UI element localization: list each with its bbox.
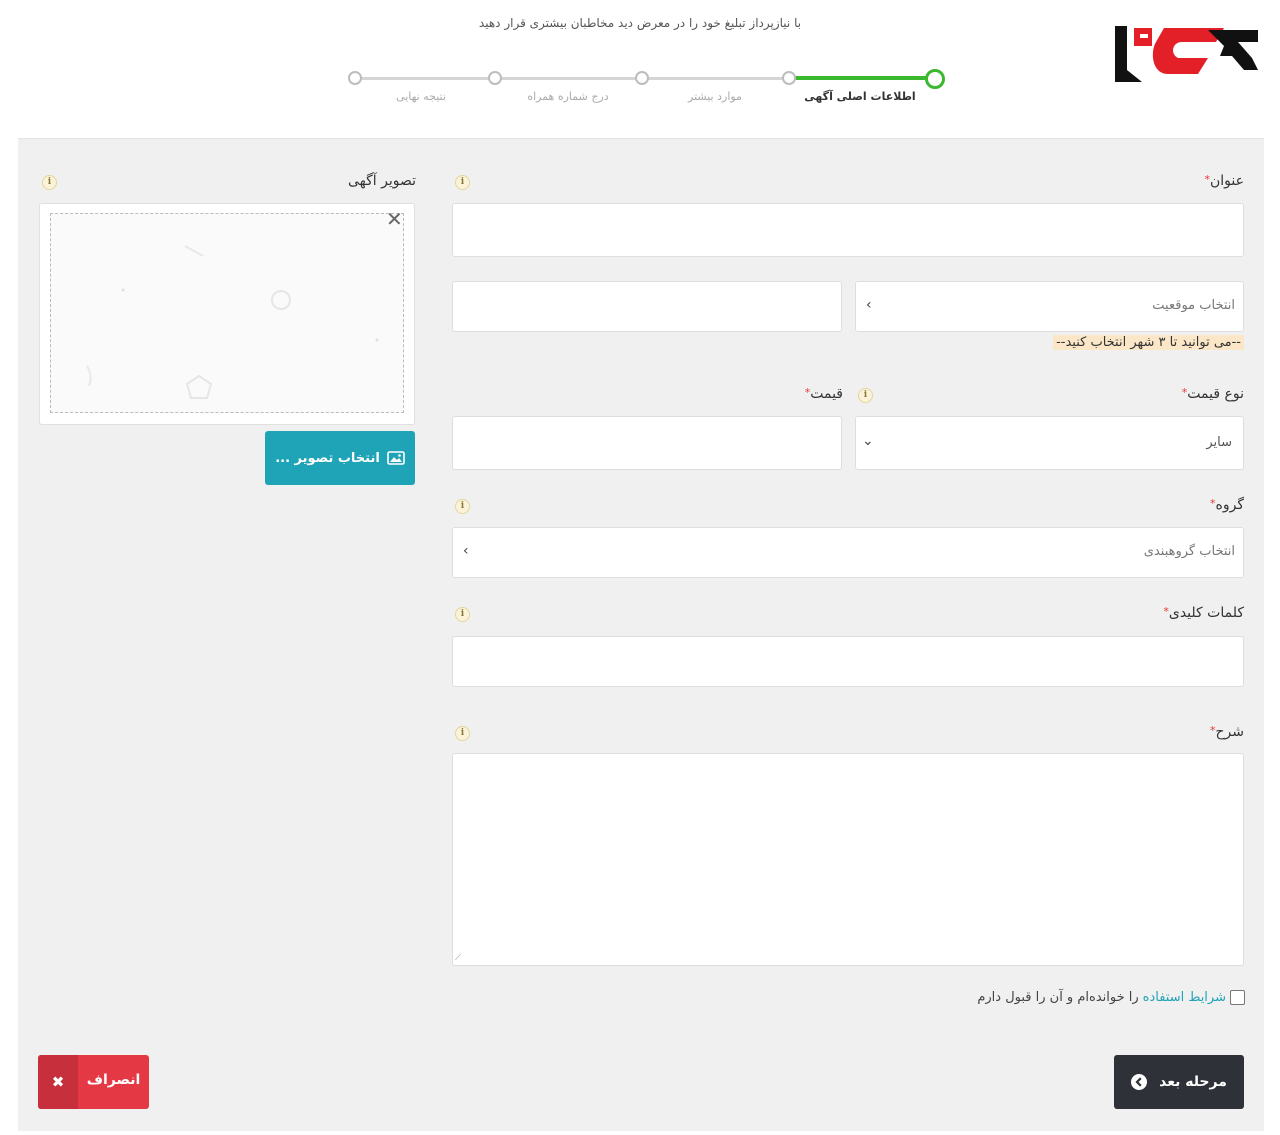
title-input[interactable] [452, 203, 1244, 257]
page-subtitle: با نیازپرداز تبلیغ خود را در معرض دید مخ… [478, 16, 802, 30]
keywords-label: کلمات کلیدی* [1163, 605, 1244, 621]
keywords-info-icon[interactable]: i [455, 607, 470, 622]
price-input[interactable] [452, 416, 842, 470]
next-step-button[interactable]: مرحله بعد [1114, 1055, 1244, 1109]
step-2-dot [635, 71, 649, 85]
image-info-icon[interactable]: i [42, 175, 57, 190]
group-info-icon[interactable]: i [455, 499, 470, 514]
step-label-final[interactable]: نتیجه نهایی [361, 90, 481, 103]
location-extra-input[interactable] [452, 281, 842, 332]
description-textarea[interactable]: ⟋ [452, 753, 1244, 966]
chevron-left-icon: ‹ [866, 297, 872, 313]
price-label: قیمت* [804, 386, 843, 402]
cancel-label: انصراف [86, 1072, 141, 1088]
title-info-icon[interactable]: i [455, 175, 470, 190]
location-select[interactable]: انتخاب موقعیت ‹ [855, 281, 1244, 332]
chevron-left-icon: ‹ [463, 543, 469, 559]
terms-text: را خوانده‌ام و آن را قبول دارم [977, 990, 1139, 1005]
step-3-dot [488, 71, 502, 85]
step-current-dot [925, 69, 945, 89]
cancel-button[interactable]: ✖ انصراف [38, 1055, 149, 1109]
price-type-info-icon[interactable]: i [858, 388, 873, 403]
step-label-main-info[interactable]: اطلاعات اصلی آگهی [800, 90, 920, 103]
step-4-dot [348, 71, 362, 85]
image-icon [387, 451, 405, 465]
group-placeholder: انتخاب گروهبندی [1143, 544, 1235, 559]
location-placeholder: انتخاب موقعیت [1152, 298, 1235, 313]
title-label: عنوان* [1204, 173, 1244, 189]
next-step-label: مرحله بعد [1159, 1074, 1227, 1090]
cancel-icon: ✖ [38, 1055, 78, 1109]
step-1-dot [782, 71, 796, 85]
placeholder-pattern [86, 245, 379, 399]
group-select[interactable]: انتخاب گروهبندی ‹ [452, 527, 1244, 578]
keywords-input[interactable] [452, 636, 1244, 687]
image-label: تصویر آگهی [347, 173, 416, 189]
terms-checkbox[interactable] [1230, 990, 1245, 1005]
terms-link[interactable]: شرایط استفاده [1143, 990, 1226, 1005]
price-type-value: سایر [1206, 435, 1232, 450]
close-icon[interactable]: ✕ [386, 207, 403, 231]
site-logo[interactable] [1112, 24, 1262, 86]
step-label-more-items[interactable]: موارد بیشتر [655, 90, 775, 103]
image-dropzone[interactable] [50, 213, 404, 413]
price-type-select[interactable]: سایر ⌄ [855, 416, 1244, 470]
stepper-progress [790, 76, 935, 80]
description-label: شرح* [1210, 724, 1244, 740]
logo-graphic [1115, 26, 1258, 82]
location-note: --می توانید تا ۳ شهر انتخاب کنید-- [1053, 335, 1244, 350]
description-info-icon[interactable]: i [455, 726, 470, 741]
terms-row: شرایط استفاده را خوانده‌ام و آن را قبول … [940, 990, 1245, 1005]
chevron-circle-left-icon [1131, 1074, 1148, 1090]
group-label: گروه* [1210, 497, 1244, 513]
step-label-phone[interactable]: درج شماره همراه [508, 90, 628, 103]
choose-image-button[interactable]: انتخاب تصویر ... [265, 431, 415, 485]
chevron-down-icon: ⌄ [862, 433, 874, 449]
choose-image-label: انتخاب تصویر ... [275, 450, 380, 466]
resize-handle-icon[interactable]: ⟋ [455, 953, 461, 963]
price-type-label: نوع قیمت* [1181, 386, 1244, 402]
